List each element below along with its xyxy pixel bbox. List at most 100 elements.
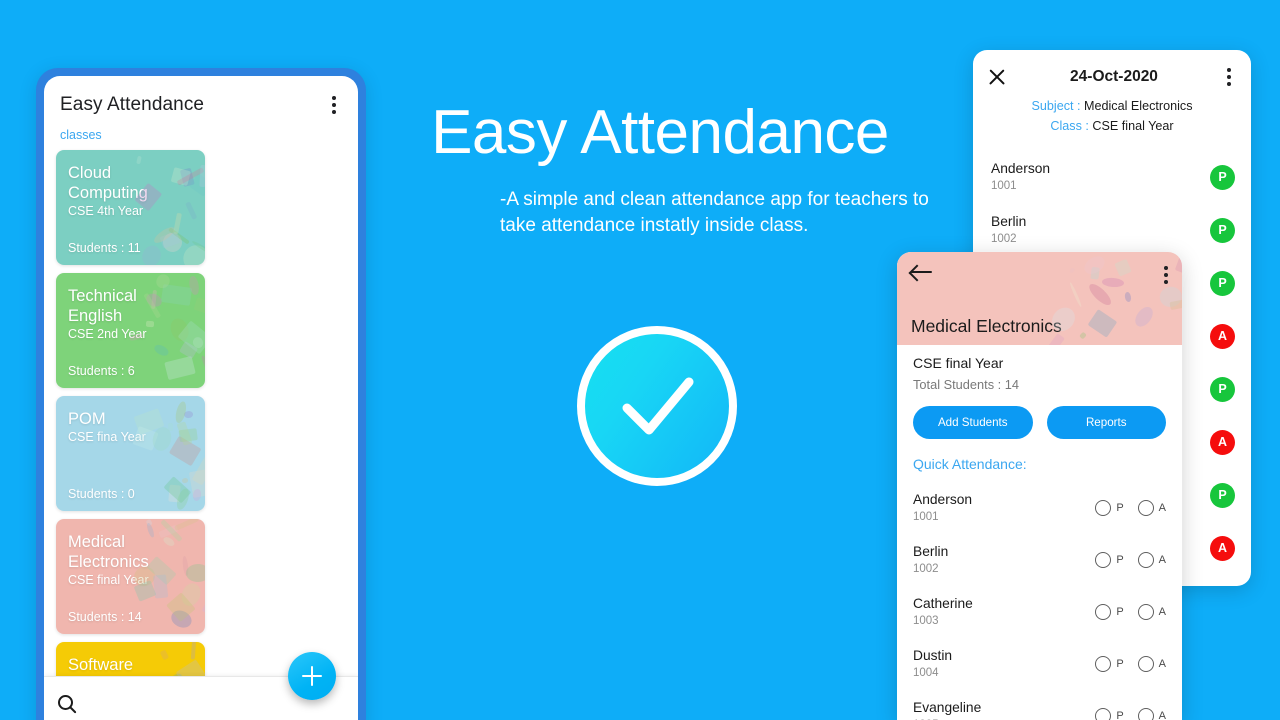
absent-radio[interactable]: A: [1137, 552, 1166, 568]
radio-circle-icon[interactable]: [1095, 708, 1112, 720]
report-class-value: CSE final Year: [1088, 119, 1174, 134]
radio-circle-icon[interactable]: [1137, 500, 1154, 516]
radio-circle-icon[interactable]: [1137, 708, 1154, 720]
status-badge: A: [1210, 535, 1235, 561]
radio-label: P: [1116, 606, 1124, 618]
class-card-year: CSE final Year: [68, 573, 149, 588]
radio-label: A: [1158, 606, 1166, 618]
report-app-bar: 24-Oct-2020: [973, 50, 1251, 96]
class-year: CSE final Year: [913, 355, 1004, 371]
absent-radio[interactable]: A: [1137, 708, 1166, 720]
student-id: 1004: [913, 666, 939, 679]
add-students-button[interactable]: Add Students: [913, 406, 1033, 439]
radio-circle-icon[interactable]: [1095, 500, 1112, 516]
class-actions: Add Students Reports: [913, 406, 1166, 439]
quick-attendance-row: Dustin 1004 P A: [913, 638, 1166, 690]
report-row-identity: Berlin 1002: [991, 213, 1210, 247]
kebab-menu-icon[interactable]: [1221, 64, 1237, 90]
class-card-name: POM: [68, 410, 106, 428]
student-name: Dustin: [913, 647, 953, 663]
absent-radio[interactable]: A: [1137, 500, 1166, 516]
report-row-identity: Anderson 1001: [991, 160, 1210, 194]
student-id: 1003: [913, 614, 939, 627]
class-detail-panel: Medical Electronics CSE final Year Total…: [897, 252, 1182, 720]
radio-label: P: [1116, 658, 1124, 670]
student-name: Berlin: [991, 214, 1027, 230]
class-card[interactable]: Medical Electronics CSE final Year Student…: [56, 519, 205, 634]
report-subject-key: Subject :: [1031, 99, 1081, 113]
present-radio[interactable]: P: [1095, 604, 1124, 620]
radio-label: A: [1158, 502, 1166, 514]
add-class-fab[interactable]: [288, 652, 336, 700]
quick-row-identity: Anderson 1001: [913, 491, 1081, 525]
student-id: 1001: [991, 179, 1017, 192]
hero-subtitle: -A simple and clean attendance app for t…: [500, 189, 929, 236]
student-id: 1002: [991, 232, 1017, 245]
quick-row-identity: Dustin 1004: [913, 647, 1081, 681]
class-card-name: Medical Electronics: [68, 533, 149, 572]
report-row: Anderson 1001 P: [973, 151, 1251, 204]
student-name: Evangeline: [913, 699, 982, 715]
status-badge: A: [1210, 429, 1235, 455]
status-badge: P: [1210, 482, 1235, 508]
report-subject-line: Subject : Medical Electronics: [973, 96, 1251, 116]
student-name: Catherine: [913, 595, 973, 611]
radio-circle-icon[interactable]: [1137, 552, 1154, 568]
quick-row-identity: Berlin 1002: [913, 543, 1081, 577]
page-title: Easy Attendance: [60, 94, 205, 115]
class-header-image: Medical Electronics: [897, 252, 1182, 345]
class-card-year: CSE 2nd Year: [68, 327, 147, 342]
radio-circle-icon[interactable]: [1095, 552, 1112, 568]
report-date: 24-Oct-2020: [1070, 68, 1158, 85]
quick-attendance-label: Quick Attendance:: [913, 456, 1027, 472]
class-card-year: CSE 4th Year: [68, 204, 144, 219]
class-card-student-count: Students : 14: [68, 610, 142, 624]
class-detail-body: CSE final Year Total Students : 14 Add S…: [897, 345, 1182, 720]
report-class-key: Class :: [1050, 119, 1089, 134]
radio-label: A: [1158, 710, 1166, 720]
present-radio[interactable]: P: [1095, 500, 1124, 516]
radio-circle-icon[interactable]: [1137, 656, 1154, 672]
status-badge: P: [1210, 270, 1235, 296]
absent-radio[interactable]: A: [1137, 604, 1166, 620]
quick-attendance-row: Berlin 1002 P A: [913, 534, 1166, 586]
status-badge: P: [1210, 217, 1235, 243]
quick-attendance-row: Evangeline1005 P A: [913, 690, 1166, 720]
radio-label: P: [1116, 710, 1124, 720]
radio-circle-icon[interactable]: [1095, 656, 1112, 672]
absent-radio[interactable]: A: [1137, 656, 1166, 672]
back-arrow-icon[interactable]: [911, 264, 933, 280]
quick-attendance-list: Anderson 1001 P A Berlin 1002 P A Catherine 1003 P…: [913, 482, 1166, 720]
class-card-name: Technical English: [68, 287, 137, 326]
hero-block: Easy Attendance -A simple and clean atte…: [380, 100, 940, 238]
reports-button[interactable]: Reports: [1046, 406, 1166, 439]
class-card-student-count: Students : 0: [68, 487, 135, 501]
quick-attendance-row: Anderson 1001 P A: [913, 482, 1166, 534]
student-name: Anderson: [913, 491, 973, 507]
quick-attendance-row: Catherine 1003 P A: [913, 586, 1166, 638]
class-card[interactable]: Technical English CSE 2nd Year Students : …: [56, 273, 205, 388]
class-card[interactable]: Cloud Computing CSE 4th Year Students : 11: [56, 150, 205, 265]
radio-label: A: [1158, 554, 1166, 566]
section-label-classes: classes: [60, 128, 102, 142]
radio-circle-icon[interactable]: [1095, 604, 1112, 620]
present-radio[interactable]: P: [1095, 656, 1124, 672]
class-card[interactable]: POM CSE fina Year Students : 0: [56, 396, 205, 511]
status-badge: P: [1210, 164, 1235, 190]
kebab-menu-icon[interactable]: [326, 92, 342, 118]
kebab-menu-icon[interactable]: [1158, 262, 1174, 288]
close-icon[interactable]: [987, 67, 1007, 87]
radio-circle-icon[interactable]: [1137, 604, 1154, 620]
report-subject-value: Medical Electronics: [1080, 99, 1193, 113]
search-icon[interactable]: [58, 695, 73, 710]
present-radio[interactable]: P: [1095, 708, 1124, 720]
present-radio[interactable]: P: [1095, 552, 1124, 568]
classes-grid: Cloud Computing CSE 4th Year Students : 11…: [44, 150, 358, 720]
student-id: 1002: [913, 562, 939, 575]
report-row: Berlin 1002 P: [973, 204, 1251, 257]
report-class-line: Class : CSE final Year: [973, 116, 1251, 136]
hero-title: Easy Attendance: [431, 98, 889, 167]
student-name: Anderson: [991, 161, 1051, 177]
student-name: Berlin: [913, 543, 949, 559]
class-card-name: Cloud Computing: [68, 164, 148, 203]
